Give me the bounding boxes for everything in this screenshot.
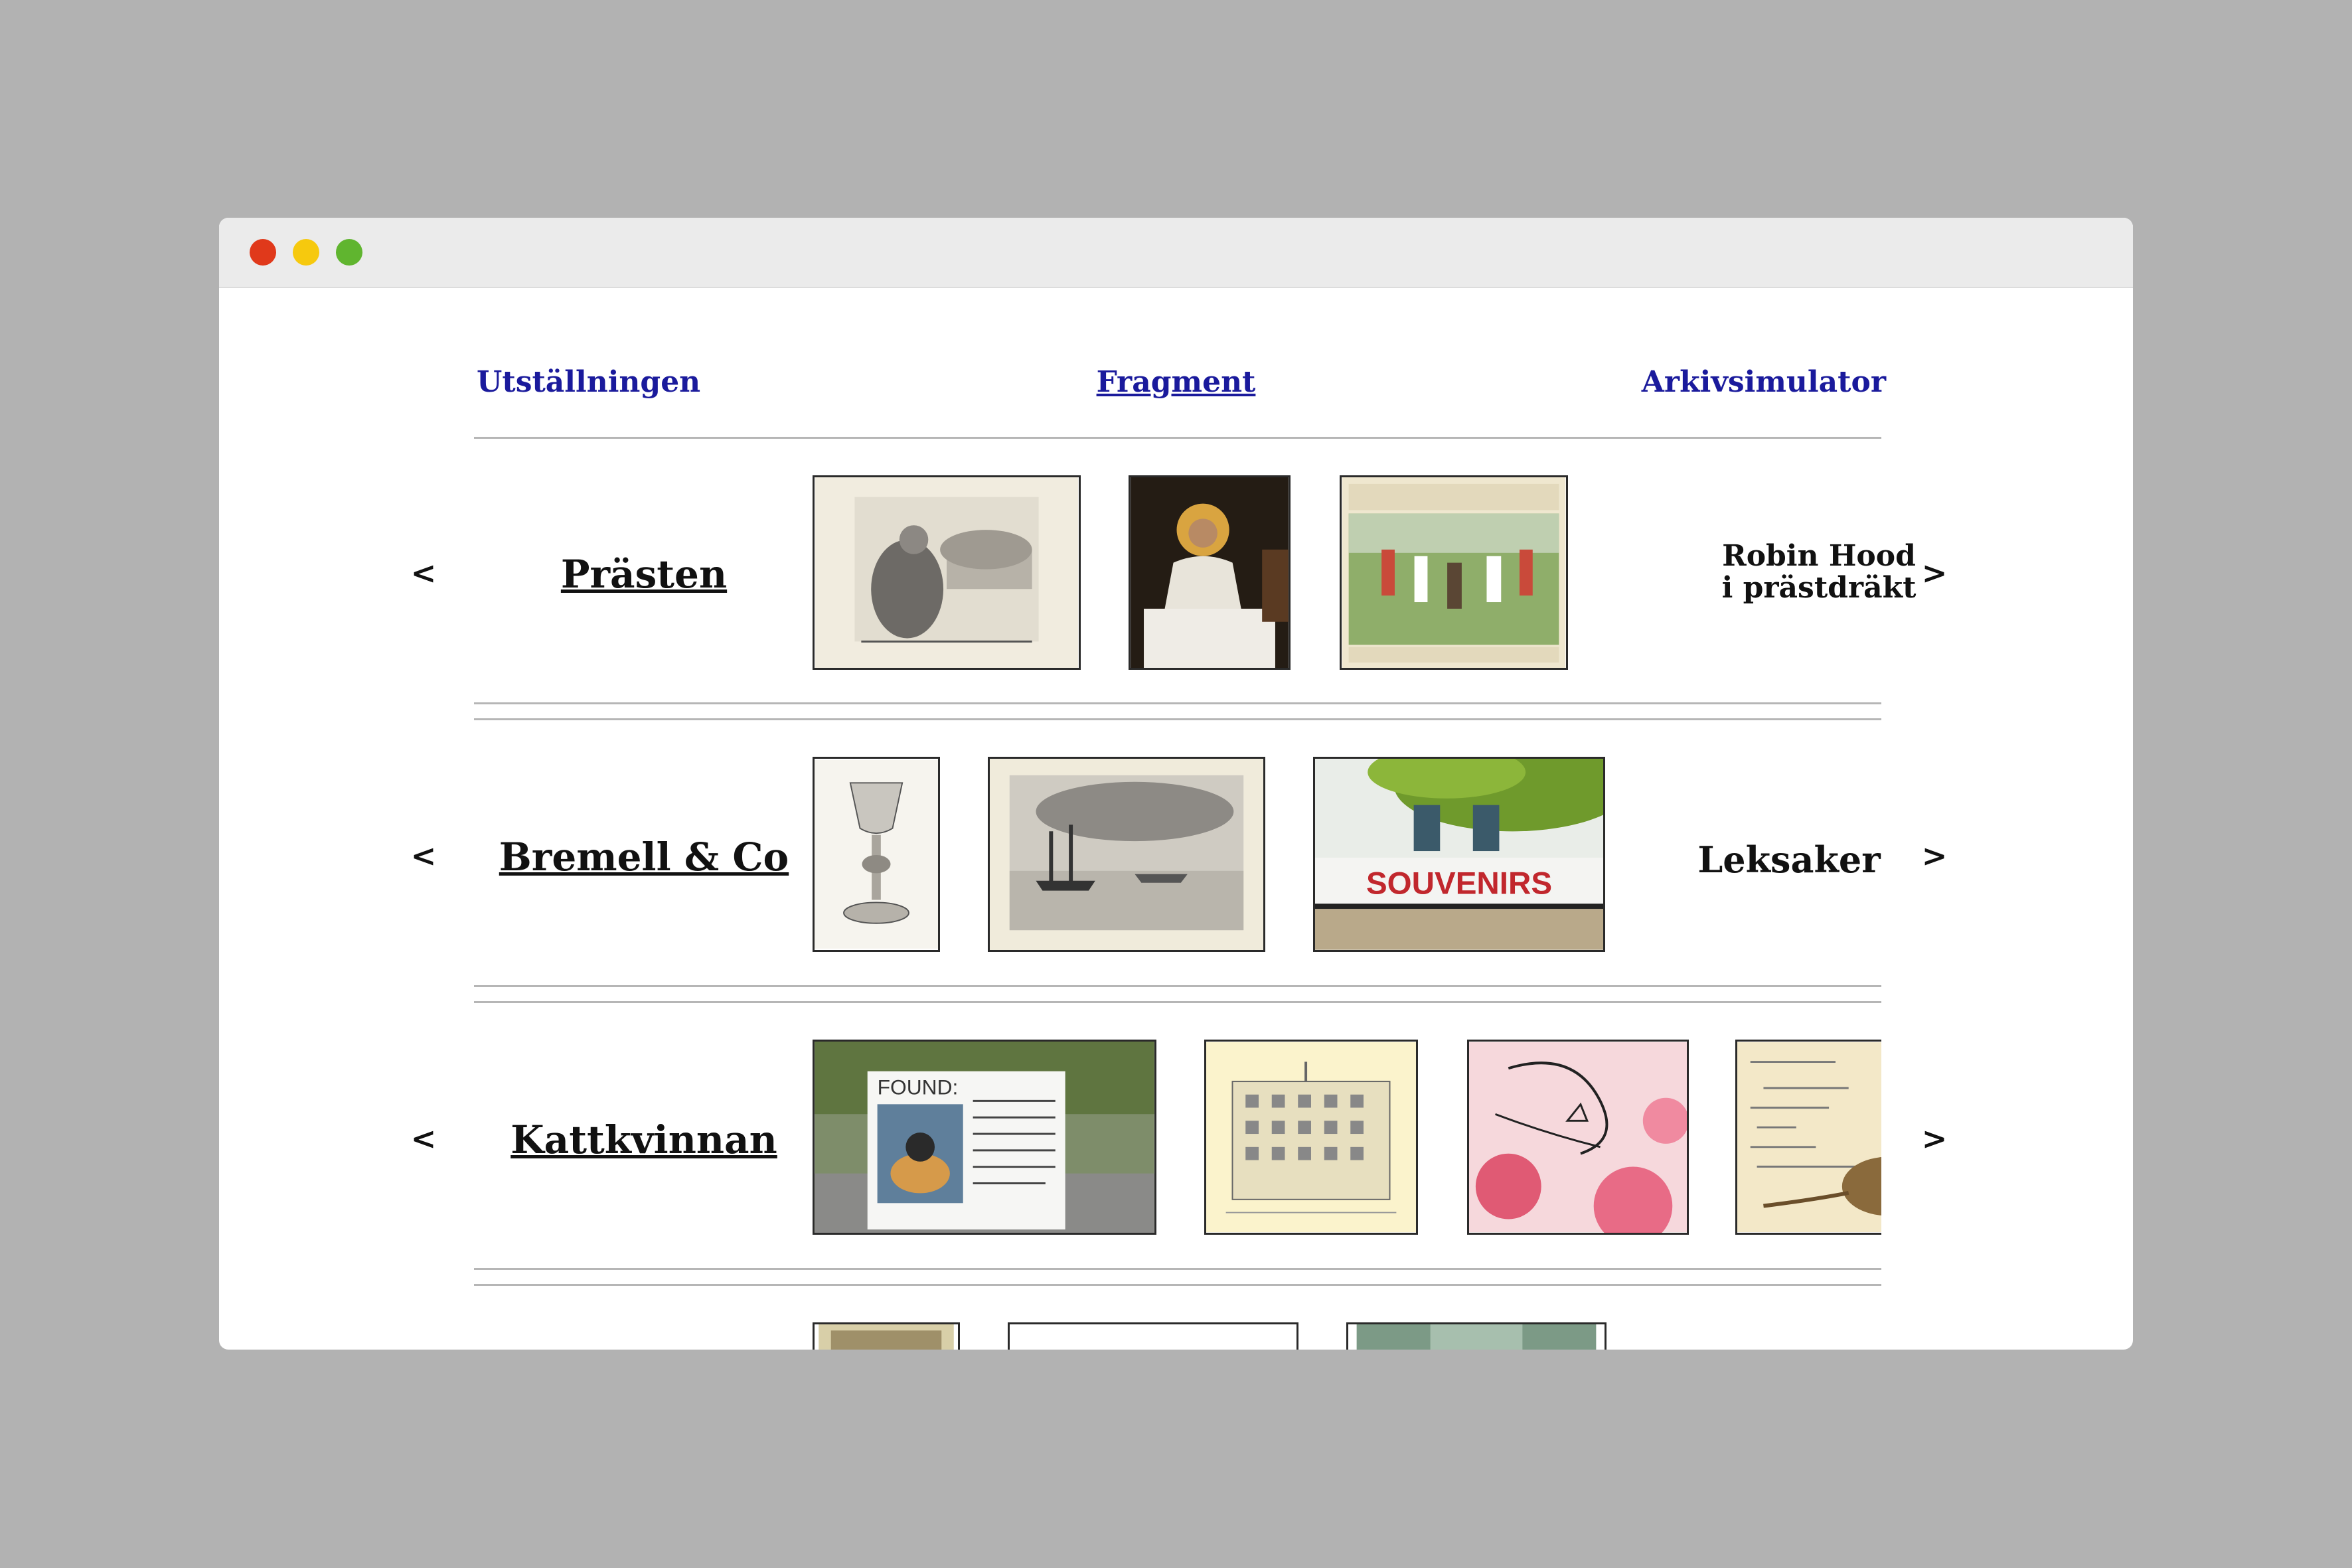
row1-title[interactable]: Prästen [474,555,814,593]
thumb-cat-poem-book-page[interactable] [1735,1040,1881,1235]
row2-side-link[interactable]: Leksaker [1633,840,1945,880]
nav-link-arkivsimulator[interactable]: Arkivsimulator [1642,368,1886,397]
nav-link-fragment-label[interactable]: Fragment [1097,365,1256,399]
illuminated-manuscript-procession-icon [1342,477,1566,668]
row2-prev-arrow[interactable]: < [404,840,443,871]
hotel-building-engraving-icon [1206,1042,1416,1233]
row3-title[interactable]: Kattkvinnan [474,1121,814,1159]
divider [474,437,1881,439]
thumb-pink-cat-embroidery[interactable] [1467,1040,1689,1235]
browser-window: Utställningen Fragment Arkivsimulator < … [219,218,2133,1350]
divider [474,702,1881,704]
row1-prev-arrow[interactable]: < [404,558,443,588]
row3-next-arrow[interactable]: > [1915,1123,1954,1154]
thumb-chalice-engraving[interactable] [813,757,940,952]
thumb-souvenirs-shop-sign-photo[interactable]: SOUVENIRS [1313,757,1605,952]
ships-in-harbor-engraving-icon [990,759,1263,950]
thumb-illuminated-manuscript-procession[interactable] [1340,475,1568,670]
close-window-button[interactable] [250,239,276,266]
kneeling-figure-engraving-icon [815,477,1078,668]
chalice-engraving-icon [815,760,938,949]
row4-image-1-icon [819,1324,954,1350]
found-cat-poster-photo-icon: FOUND: [815,1042,1154,1233]
row2-title[interactable]: Bremell & Co [474,838,814,876]
divider [474,985,1881,987]
thumb-row4-1[interactable] [813,1322,960,1350]
minimize-window-button[interactable] [293,239,319,266]
divider [474,718,1881,720]
divider [474,1284,1881,1286]
thumb-row4-2[interactable] [1008,1322,1298,1350]
thumb-kneeling-figure-engraving[interactable] [813,475,1081,670]
souvenirs-shop-sign-photo-icon: SOUVENIRS [1315,759,1603,950]
found-poster-heading: FOUND: [878,1075,959,1099]
row3-prev-arrow[interactable]: < [404,1123,443,1154]
divider [474,1001,1881,1003]
row1-next-arrow[interactable]: > [1915,558,1954,588]
row4-image-3-icon [1356,1324,1597,1350]
thumb-hotel-building-engraving[interactable] [1204,1040,1418,1235]
row4-image-2-icon [1018,1324,1288,1350]
thumb-found-cat-poster-photo[interactable]: FOUND: [813,1040,1156,1235]
thumb-christ-at-table-painting[interactable] [1129,475,1291,670]
window-titlebar [219,218,2133,288]
page-content: Utställningen Fragment Arkivsimulator < … [219,288,2133,1350]
thumb-ships-in-harbor-engraving[interactable] [988,757,1265,952]
maximize-window-button[interactable] [336,239,362,266]
cat-poem-book-page-icon [1737,1042,1881,1233]
christ-at-table-painting-icon [1131,477,1289,668]
row2-next-arrow[interactable]: > [1915,840,1954,871]
souvenirs-sign-text: SOUVENIRS [1366,866,1552,901]
thumb-row4-3[interactable] [1346,1322,1607,1350]
divider [474,1268,1881,1270]
pink-cat-embroidery-icon [1469,1042,1687,1233]
